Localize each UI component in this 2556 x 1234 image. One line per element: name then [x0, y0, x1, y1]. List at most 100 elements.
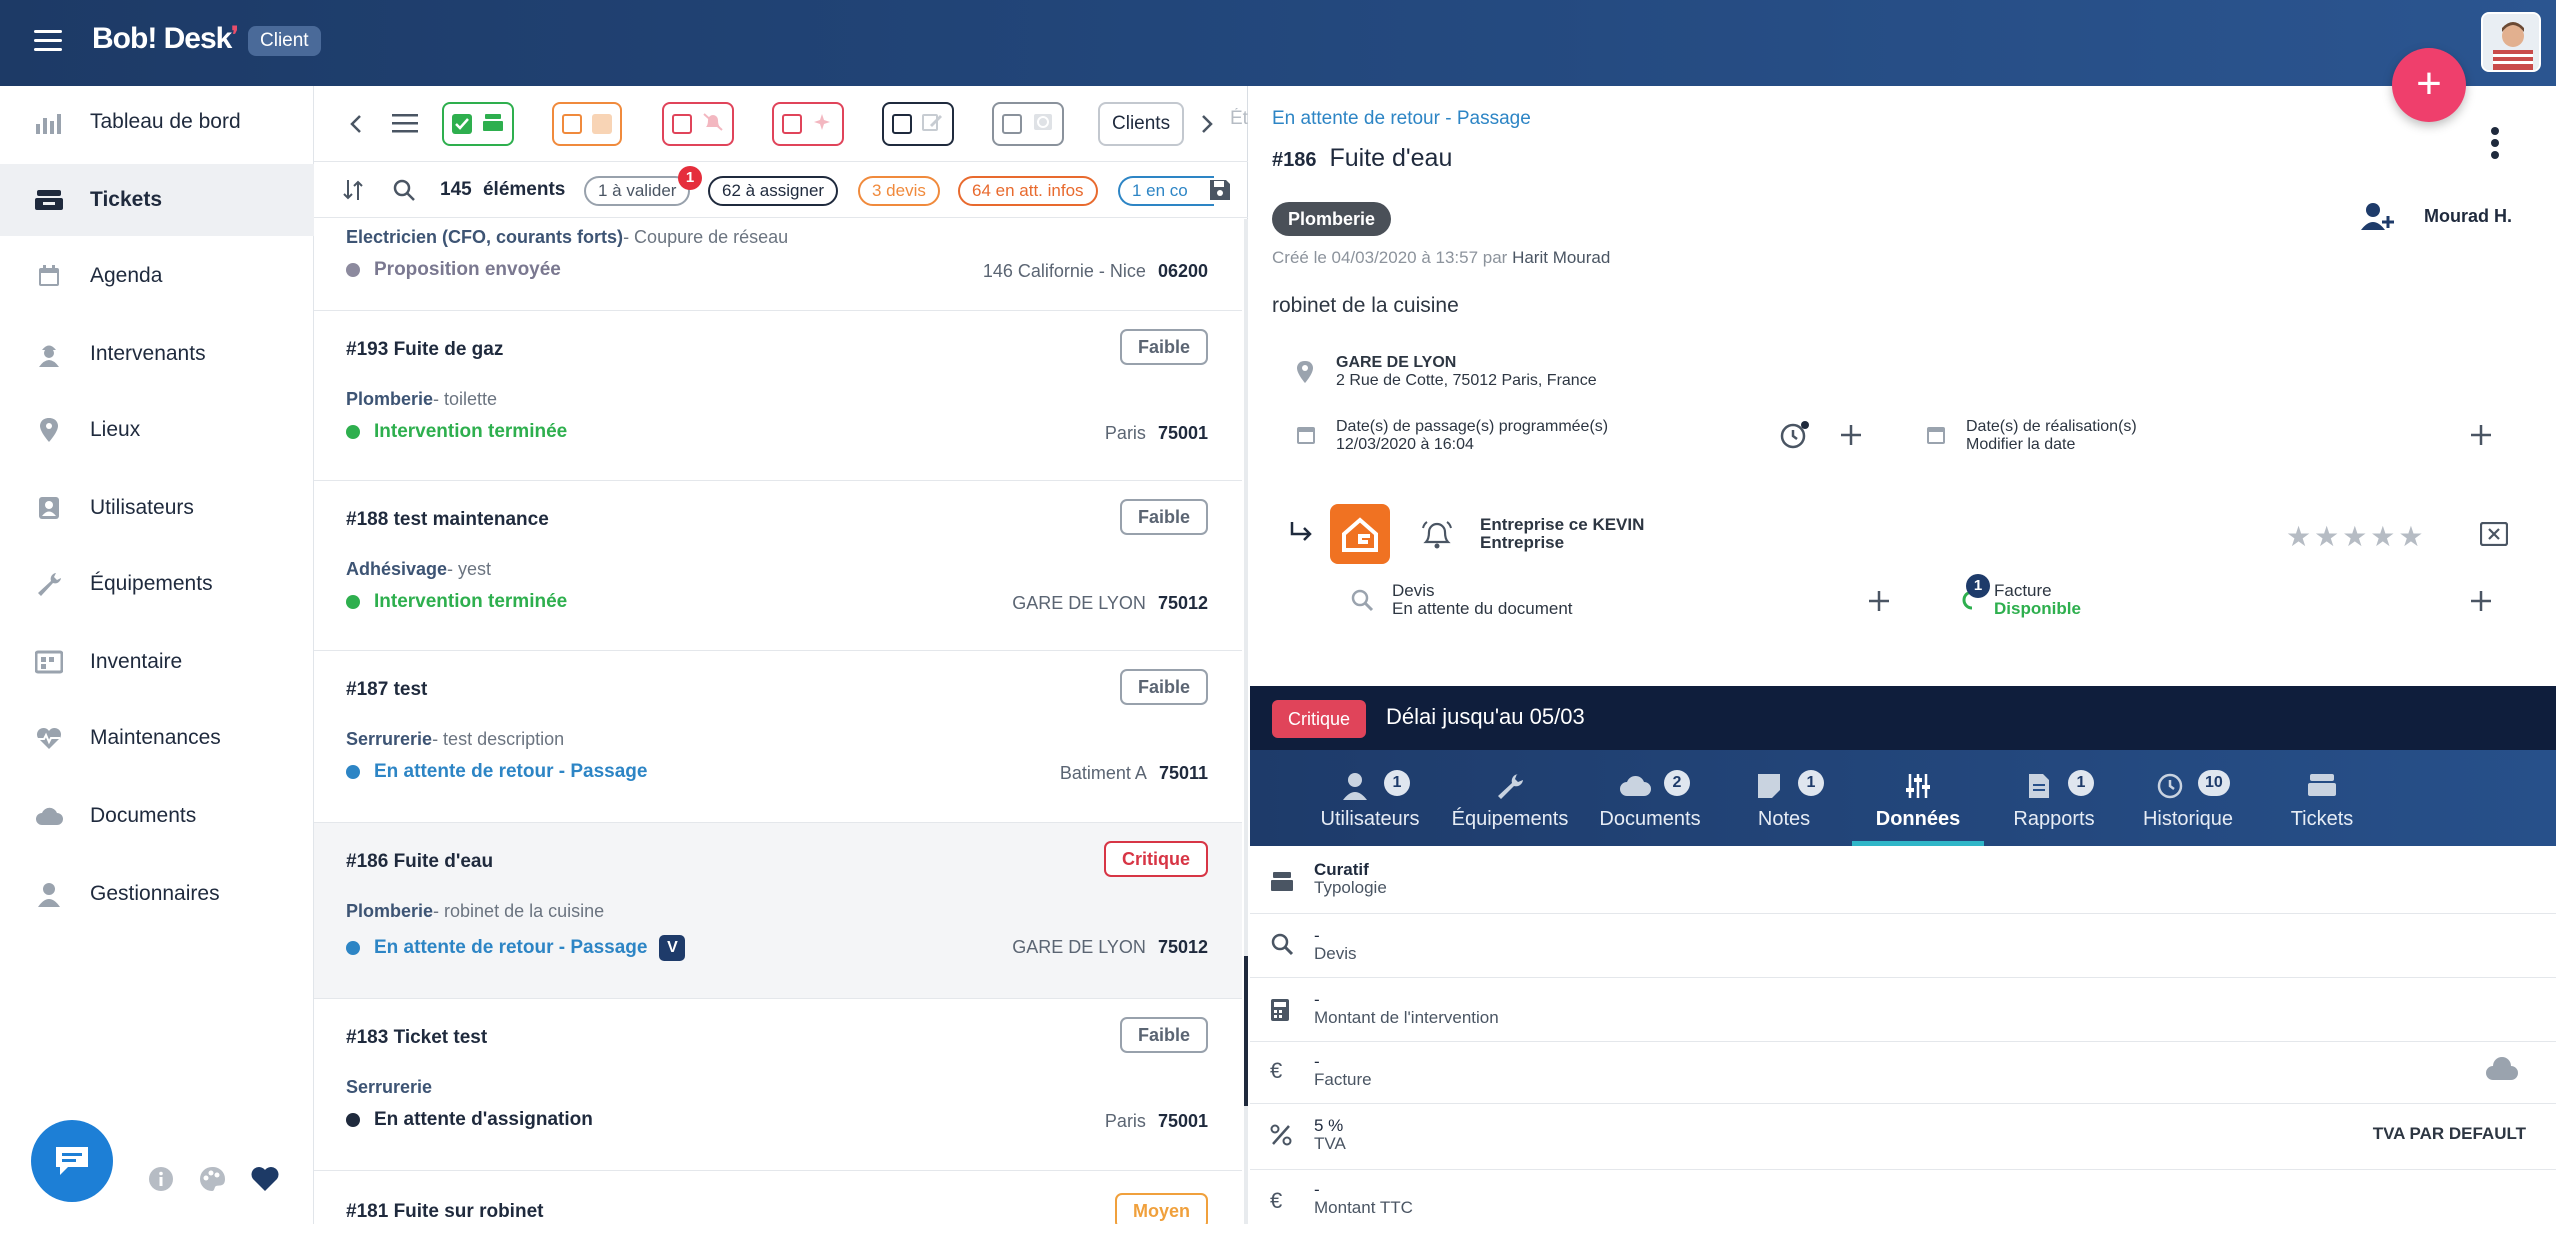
bell-off-icon — [702, 112, 724, 137]
app-logo[interactable]: Bob! Desk❜ — [92, 22, 238, 56]
row-label: Montant de l'intervention — [1314, 1008, 1499, 1027]
sidebar-item-equipements[interactable]: Équipements — [0, 548, 314, 620]
add-date-icon[interactable] — [1840, 424, 1862, 451]
sidebar-item-label: Maintenances — [90, 726, 221, 749]
data-row-typologie[interactable]: Curatif Typologie — [1250, 848, 2556, 914]
sidebar-item-label: Équipements — [90, 572, 213, 595]
sidebar-item-label: Tickets — [90, 188, 162, 211]
ticket-card-selected[interactable]: #186 Fuite d'eau Critique Plomberie- rob… — [314, 823, 1242, 999]
more-vertical-icon[interactable] — [2490, 126, 2500, 165]
devis-info[interactable]: Devis En attente du document — [1392, 582, 1573, 618]
filter-quote-toggle[interactable] — [552, 102, 622, 146]
row-label: TVA — [1314, 1134, 1346, 1153]
close-box-icon[interactable] — [2479, 521, 2509, 551]
pill-waiting-info[interactable]: 64 en att. infos — [958, 176, 1098, 206]
facture-badge: 1 — [1966, 574, 1990, 598]
data-row-montant[interactable]: - Montant de l'intervention — [1250, 978, 2556, 1042]
sidebar-item-utilisateurs[interactable]: Utilisateurs — [0, 472, 314, 544]
tab-count-badge: 1 — [1798, 770, 1824, 796]
ticket-title: #183 Ticket test — [346, 1027, 488, 1048]
realisation-dates[interactable]: Date(s) de réalisation(s) Modifier la dat… — [1966, 418, 2137, 454]
clients-filter-button[interactable]: Clients — [1098, 102, 1185, 146]
tray-icon — [1270, 870, 1294, 894]
tab-historique[interactable]: 10 Historique — [2122, 750, 2254, 846]
bell-icon[interactable] — [1420, 520, 1454, 555]
tab-utilisateurs[interactable]: 1 Utilisateurs — [1304, 750, 1436, 846]
company-info[interactable]: Entreprise ce KEVIN Entreprise — [1480, 516, 1644, 552]
filter-magic-toggle[interactable] — [772, 102, 844, 146]
chevron-right-icon[interactable] — [1198, 112, 1216, 141]
row-label: Typologie — [1314, 878, 1387, 897]
create-fab-button[interactable]: + — [2392, 48, 2466, 122]
pill-to-assign[interactable]: 62 à assigner — [708, 176, 839, 206]
data-row-tva[interactable]: 5 % TVA TVA PAR DEFAULT — [1250, 1104, 2556, 1170]
ticket-card[interactable]: #188 test maintenance Faible Adhésivage-… — [314, 481, 1242, 651]
filter-done-toggle[interactable] — [442, 102, 514, 146]
euro-icon: € — [1270, 1188, 1283, 1213]
sidebar-item-lieux[interactable]: Lieux — [0, 394, 314, 466]
tva-default-label: TVA PAR DEFAULT — [2372, 1124, 2526, 1143]
scheduled-dates[interactable]: Date(s) de passage(s) programmée(s) 12/03… — [1336, 418, 1608, 454]
pill-quotes[interactable]: 3 devis — [858, 176, 940, 206]
sort-icon[interactable] — [342, 178, 364, 207]
user-avatar[interactable] — [2481, 12, 2541, 72]
ticket-card[interactable]: #193 Fuite de gaz Faible Plomberie- toil… — [314, 311, 1242, 481]
filter-black-toggle[interactable] — [882, 102, 954, 146]
sidebar-item-label: Inventaire — [90, 650, 183, 673]
hamburger-menu-icon[interactable] — [34, 30, 62, 52]
search-icon[interactable] — [392, 178, 416, 207]
sidebar-item-gestionnaires[interactable]: Gestionnaires — [0, 858, 314, 930]
status-breadcrumb[interactable]: En attente de retour - Passage — [1272, 108, 1531, 130]
tab-tickets[interactable]: Tickets — [2256, 750, 2388, 846]
tab-equipements[interactable]: Équipements — [1444, 750, 1576, 846]
sidebar-item-tickets[interactable]: Tickets — [0, 164, 314, 236]
tab-notes[interactable]: 1 Notes — [1724, 750, 1844, 846]
tab-rapports[interactable]: 1 Rapports — [1988, 750, 2120, 846]
palette-icon[interactable] — [198, 1166, 226, 1197]
user-assign-icon[interactable] — [2360, 202, 2396, 237]
sidebar-item-agenda[interactable]: Agenda — [0, 240, 314, 312]
data-row-ttc[interactable]: € - Montant TTC — [1250, 1170, 2556, 1234]
sidebar-item-intervenants[interactable]: Intervenants — [0, 318, 314, 390]
row-value: - — [1314, 1180, 1320, 1199]
priority-badge: Faible — [1119, 499, 1208, 535]
calculator-icon — [1270, 998, 1294, 1022]
data-row-devis[interactable]: - Devis — [1250, 914, 2556, 978]
status-dot-icon — [346, 941, 360, 955]
filter-toolbar: Clients Ét — [314, 86, 1248, 162]
add-devis-icon[interactable] — [1868, 590, 1890, 617]
ticket-card[interactable]: #187 test Faible Serrurerie- test descri… — [314, 651, 1242, 823]
timer-icon — [1032, 112, 1054, 137]
sidebar-item-dashboard[interactable]: Tableau de bord — [0, 86, 314, 158]
list-menu-icon[interactable] — [392, 112, 418, 139]
save-icon[interactable] — [1200, 178, 1234, 204]
data-row-facture[interactable]: € - Facture — [1250, 1042, 2556, 1104]
place-info[interactable]: GARE DE LYON 2 Rue de Cotte, 75012 Paris,… — [1336, 354, 1597, 390]
sidebar-item-documents[interactable]: Documents — [0, 780, 314, 852]
ticket-card[interactable]: Electricien (CFO, courants forts)- Coupu… — [314, 219, 1242, 311]
list-scrollbar-thumb[interactable] — [1244, 956, 1248, 1106]
pill-to-validate[interactable]: 1 à valider — [584, 176, 691, 206]
company-logo — [1330, 504, 1390, 564]
sidebar-item-inventaire[interactable]: Inventaire — [0, 626, 314, 698]
info-icon[interactable] — [148, 1166, 174, 1197]
heart-icon[interactable] — [250, 1166, 280, 1197]
chat-button[interactable] — [31, 1120, 113, 1202]
add-facture-icon[interactable] — [2470, 590, 2492, 617]
sidebar-item-maintenances[interactable]: Maintenances — [0, 702, 314, 774]
add-realisation-icon[interactable] — [2470, 424, 2492, 451]
tab-documents[interactable]: 2 Documents — [1584, 750, 1716, 846]
tab-donnees[interactable]: Données — [1852, 750, 1984, 846]
filter-overflow-label: Ét — [1230, 108, 1248, 129]
rating-stars[interactable]: ★★★★★ — [2286, 520, 2427, 553]
ticket-card[interactable]: #181 Fuite sur robinet Moyen — [314, 1171, 1242, 1224]
collapse-icon[interactable] — [346, 112, 366, 141]
euro-icon: € — [1270, 1058, 1283, 1083]
filter-gray-toggle[interactable] — [992, 102, 1064, 146]
history-icon[interactable] — [1778, 420, 1810, 455]
filter-alert-toggle[interactable] — [662, 102, 734, 146]
ticket-card[interactable]: #183 Ticket test Faible Serrurerie En at… — [314, 999, 1242, 1171]
facture-info[interactable]: Facture Disponible — [1994, 582, 2081, 618]
cloud-upload-icon[interactable] — [2484, 1056, 2520, 1089]
sliders-icon — [1852, 772, 1984, 802]
